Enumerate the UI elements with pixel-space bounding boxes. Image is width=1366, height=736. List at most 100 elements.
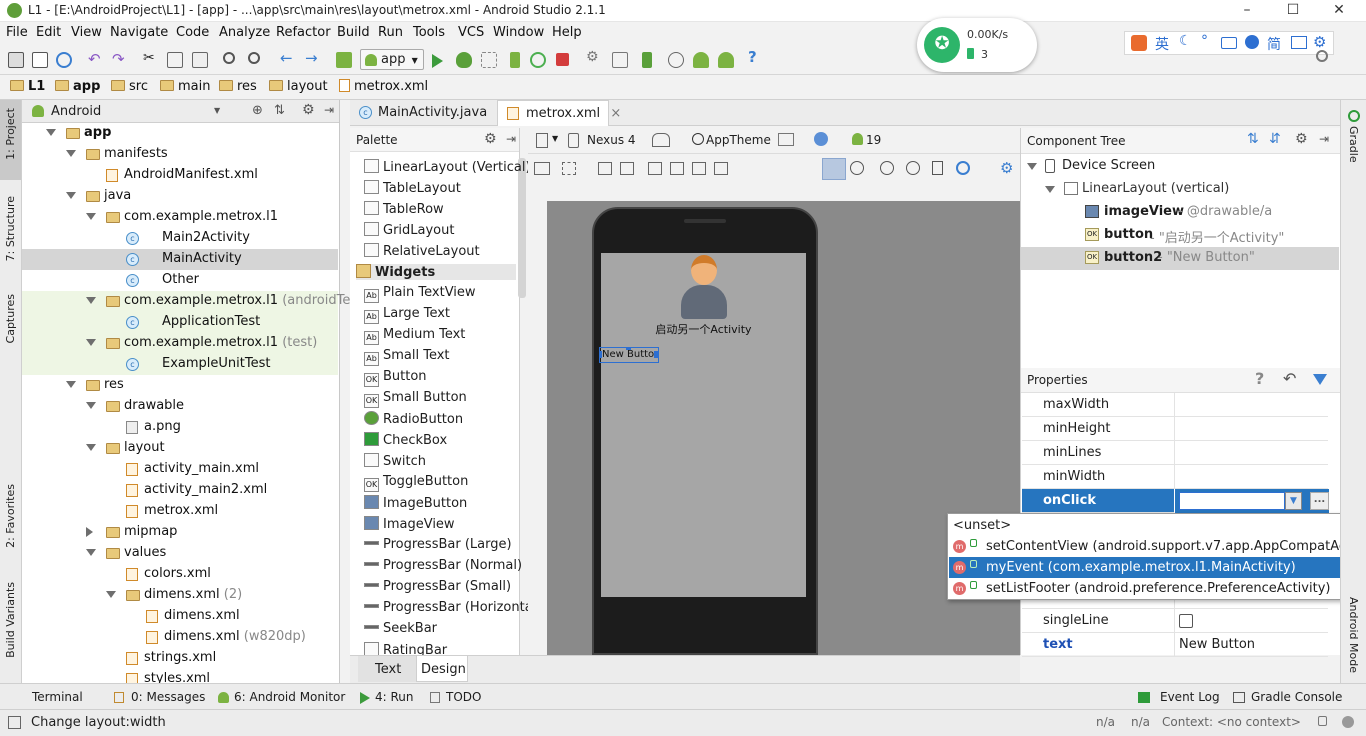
tab-android-model[interactable]: Android Model bbox=[1347, 597, 1360, 673]
preview-button[interactable]: 启动另一个Activity bbox=[601, 321, 806, 337]
menu-edit[interactable]: Edit bbox=[36, 25, 61, 40]
prop-row-onclick[interactable]: onClick ▼ ... bbox=[1022, 489, 1329, 513]
palette-item[interactable]: ImageButton bbox=[364, 495, 467, 511]
tree-item[interactable]: c ExampleUnitTest bbox=[22, 354, 338, 375]
save-icon[interactable] bbox=[32, 52, 48, 68]
menu-file[interactable]: File bbox=[6, 25, 28, 40]
tree-item[interactable]: dimens.xml (2) bbox=[22, 585, 338, 606]
run-config-select[interactable]: app ▼ bbox=[360, 49, 424, 70]
refresh-icon[interactable] bbox=[956, 161, 970, 175]
tree-item[interactable]: dimens.xml bbox=[22, 606, 338, 627]
tree-item[interactable]: res bbox=[22, 375, 338, 396]
run-icon[interactable] bbox=[432, 54, 443, 68]
menu-view[interactable]: View bbox=[71, 25, 102, 40]
tool-android-monitor[interactable]: 6: Android Monitor bbox=[234, 690, 345, 704]
inspector-icon[interactable] bbox=[1342, 716, 1354, 728]
palette-item[interactable]: Ab Large Text bbox=[364, 306, 450, 324]
menu-navigate[interactable]: Navigate bbox=[110, 25, 168, 40]
menu-tools[interactable]: Tools bbox=[413, 25, 445, 40]
tree-item[interactable]: manifests bbox=[22, 144, 338, 165]
expand-arrow-icon[interactable] bbox=[66, 381, 76, 388]
baseline-icon[interactable] bbox=[670, 162, 684, 175]
chevron-down-icon[interactable]: ▼ bbox=[214, 106, 220, 115]
prop-row-minheight[interactable]: minHeight bbox=[1022, 417, 1328, 441]
keyboard-icon[interactable] bbox=[1221, 37, 1237, 49]
orientation-toggle-icon[interactable] bbox=[648, 162, 662, 175]
crumb-app[interactable]: app bbox=[55, 79, 100, 94]
tab-build-variants[interactable]: Build Variants bbox=[4, 582, 17, 658]
prop-row-minlines[interactable]: minLines bbox=[1022, 441, 1328, 465]
capture-icon[interactable] bbox=[932, 161, 943, 175]
expand-arrow-icon[interactable] bbox=[86, 549, 96, 556]
expand-arrow-icon[interactable] bbox=[86, 444, 96, 451]
prop-value[interactable] bbox=[1174, 465, 1329, 489]
hide-panel-icon[interactable]: ⇥ bbox=[1319, 132, 1329, 146]
tree-item[interactable]: com.example.metrox.l1 bbox=[22, 207, 338, 228]
tree-linearlayout[interactable]: LinearLayout (vertical) bbox=[1021, 178, 1339, 201]
stop-icon[interactable] bbox=[556, 53, 569, 66]
menu-vcs[interactable]: VCS bbox=[458, 25, 484, 40]
collapsed-arrow-icon[interactable] bbox=[86, 527, 93, 537]
menu-help[interactable]: Help bbox=[552, 25, 582, 40]
tab-captures[interactable]: Captures bbox=[4, 294, 17, 343]
tree-item[interactable]: c MainActivity bbox=[22, 249, 338, 270]
design-settings-icon[interactable]: ⚙ bbox=[1000, 159, 1013, 177]
project-structure-icon[interactable]: ⚙ bbox=[586, 49, 602, 65]
menu-run[interactable]: Run bbox=[378, 25, 403, 40]
palette-item[interactable]: Switch bbox=[364, 453, 426, 469]
menu-window[interactable]: Window bbox=[493, 25, 544, 40]
apply-changes-icon[interactable] bbox=[530, 52, 546, 68]
coverage-icon[interactable] bbox=[481, 52, 497, 68]
maximize-button[interactable]: ☐ bbox=[1270, 0, 1316, 22]
hide-panel-icon[interactable]: ⇥ bbox=[324, 103, 334, 117]
tab-project[interactable]: 1: Project bbox=[4, 108, 17, 160]
expand-arrow-icon[interactable] bbox=[86, 213, 96, 220]
crumb-main[interactable]: main bbox=[160, 79, 210, 94]
palette-item[interactable]: CheckBox bbox=[364, 432, 447, 448]
moon-icon[interactable]: ☾ bbox=[1179, 33, 1192, 49]
tree-button[interactable]: OK button - "启动另一个Activity" bbox=[1021, 224, 1339, 247]
expand-arrow-icon[interactable] bbox=[66, 192, 76, 199]
cut-icon[interactable]: ✂ bbox=[143, 50, 159, 66]
scroll-from-source-icon[interactable]: ⊕ bbox=[252, 103, 263, 118]
chevron-down-icon[interactable]: ▼ bbox=[552, 134, 558, 143]
prop-value[interactable] bbox=[1174, 393, 1329, 417]
tree-item[interactable]: com.example.metrox.l1 (test) bbox=[22, 333, 338, 354]
attach-debugger-icon[interactable] bbox=[510, 52, 520, 68]
close-icon[interactable]: × bbox=[610, 106, 621, 121]
tree-imageview[interactable]: imageView - @drawable/a bbox=[1021, 201, 1339, 224]
resize-handle[interactable] bbox=[654, 351, 658, 358]
menu-refactor[interactable]: Refactor bbox=[276, 25, 331, 40]
theme-icon[interactable] bbox=[692, 133, 704, 145]
api-level-select[interactable]: 19 bbox=[866, 133, 881, 147]
preview-button2[interactable]: New Button bbox=[599, 347, 659, 363]
zoom-in-icon[interactable] bbox=[880, 161, 894, 175]
expand-all-icon[interactable]: ⇅ bbox=[1247, 131, 1259, 147]
expand-arrow-icon[interactable] bbox=[86, 339, 96, 346]
debug-icon[interactable] bbox=[456, 52, 472, 68]
avd-manager-icon[interactable] bbox=[693, 52, 709, 68]
help-icon[interactable]: ? bbox=[748, 48, 764, 66]
prop-row-minwidth[interactable]: minWidth bbox=[1022, 465, 1328, 489]
tree-item[interactable]: metrox.xml bbox=[22, 501, 338, 522]
crumb-res[interactable]: res bbox=[219, 79, 257, 94]
redo-icon[interactable]: ↷ bbox=[112, 50, 128, 68]
sync-icon[interactable] bbox=[56, 52, 72, 68]
replace-icon[interactable] bbox=[248, 52, 260, 64]
menu-code[interactable]: Code bbox=[176, 25, 209, 40]
palette-group-widgets[interactable]: Widgets bbox=[356, 264, 516, 280]
forward-icon[interactable]: → bbox=[305, 49, 321, 67]
expand-arrow-icon[interactable] bbox=[1045, 186, 1055, 193]
tool-event-log[interactable]: Event Log bbox=[1160, 690, 1220, 704]
popup-item-setcontentview[interactable]: m setContentView (android.support.v7.app.… bbox=[949, 536, 1366, 557]
palette-item[interactable]: ProgressBar (Small) bbox=[364, 579, 511, 594]
palette-item[interactable]: OK ToggleButton bbox=[364, 474, 468, 492]
palette-item[interactable]: Ab Plain TextView bbox=[364, 285, 476, 303]
gear-icon[interactable]: ⚙ bbox=[1295, 131, 1308, 147]
locale-globe-icon[interactable] bbox=[814, 132, 828, 146]
palette-item[interactable]: RelativeLayout bbox=[364, 243, 480, 259]
open-icon[interactable] bbox=[8, 52, 24, 68]
sogou-icon[interactable] bbox=[1131, 35, 1147, 51]
popup-item-unset[interactable]: <unset> bbox=[949, 515, 1365, 536]
layout-mode-icon[interactable] bbox=[534, 162, 550, 175]
